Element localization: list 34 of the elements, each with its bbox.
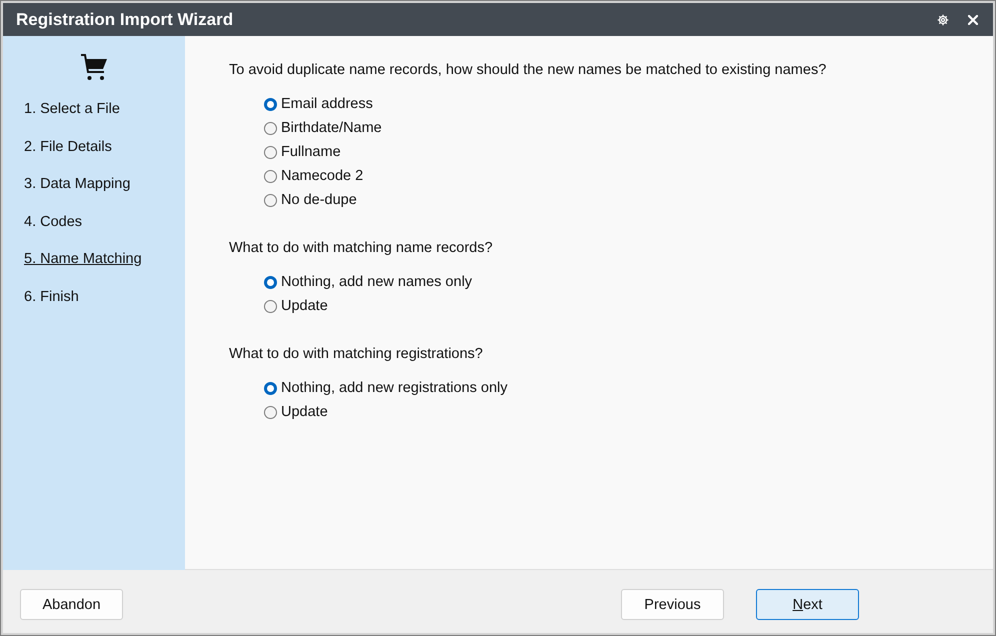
settings-icon[interactable] [937,14,949,26]
wizard-step-link[interactable]: 2. File Details [24,138,112,156]
radio-button[interactable] [264,194,277,206]
window-title: Registration Import Wizard [16,10,234,30]
option-label[interactable]: Update [281,298,328,314]
close-icon[interactable] [967,14,979,26]
wizard-step-link[interactable]: 6. Finish [24,288,79,306]
radio-button[interactable] [264,98,277,110]
wizard-step-link[interactable]: 5. Name Matching [24,251,142,268]
option-label[interactable]: Nothing, add new names only [281,274,472,290]
shopping-cart-icon [80,53,108,81]
option-label[interactable]: Nothing, add new registrations only [281,380,508,396]
wizard-step-link[interactable]: 4. Codes [24,214,82,230]
next-button[interactable]: Next [756,589,859,620]
previous-button[interactable]: Previous [621,589,724,620]
abandon-button[interactable]: Abandon [20,589,123,620]
question-text: What to do with matching name records? [229,240,494,257]
radio-button[interactable] [264,382,277,394]
question-text: What to do with matching registrations? [229,346,484,363]
radio-button[interactable] [264,406,277,418]
radio-button[interactable] [264,170,277,182]
radio-button[interactable] [264,146,277,158]
radio-button[interactable] [264,122,277,134]
option-label[interactable]: Birthdate/Name [281,120,382,136]
option-label[interactable]: Fullname [281,144,341,160]
option-label[interactable]: Email address [281,96,373,112]
radio-button[interactable] [264,300,277,312]
option-label[interactable]: Namecode 2 [281,168,364,184]
option-label[interactable]: Update [281,404,328,420]
wizard-step-link[interactable]: 1. Select a File [24,101,120,118]
option-label[interactable]: No de-dupe [281,192,357,208]
wizard-step-link[interactable]: 3. Data Mapping [24,176,130,193]
question-text: To avoid duplicate name records, how should the new names be matched to existing names? [229,62,828,79]
radio-button[interactable] [264,276,277,288]
